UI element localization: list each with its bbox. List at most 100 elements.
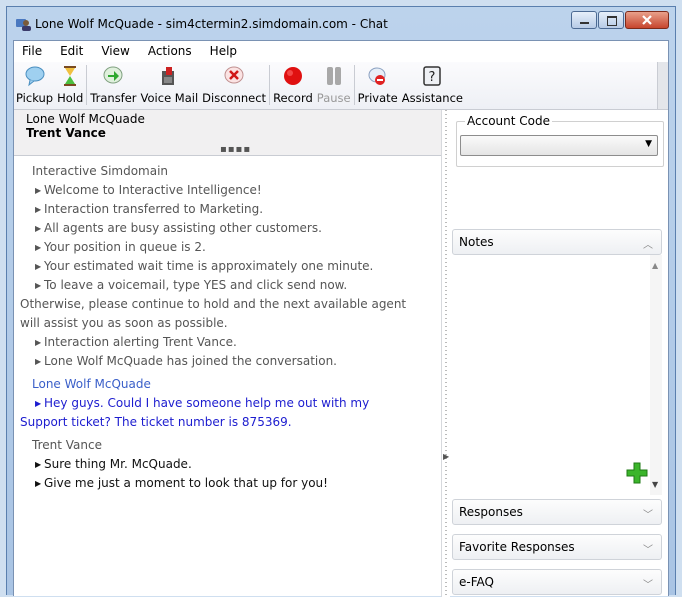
customer-message-block: Lone Wolf McQuade ▶ Hey guys. Could I hav… bbox=[20, 375, 433, 432]
assistance-label: Assistance bbox=[401, 91, 463, 105]
notes-scrollbar[interactable]: ▲ ▼ bbox=[650, 255, 662, 495]
hold-button[interactable]: Hold bbox=[55, 62, 85, 109]
toolbar-separator bbox=[353, 65, 355, 105]
window-title: Lone Wolf McQuade - sim4ctermin2.simdoma… bbox=[35, 17, 388, 31]
agent-message-block: Trent Vance ▶ Sure thing Mr. McQuade. ▶ Gi… bbox=[32, 436, 433, 493]
bullet-arrow-icon: ▶ bbox=[35, 224, 42, 233]
assistance-button[interactable]: ? Assistance bbox=[400, 62, 465, 109]
notes-textarea[interactable]: ▲ ▼ bbox=[452, 255, 662, 495]
bullet-arrow-icon: ▶ bbox=[35, 262, 42, 271]
message-line: ▶ Sure thing Mr. McQuade. bbox=[32, 455, 433, 474]
message-line: ▶ Interaction alerting Trent Vance. bbox=[32, 333, 433, 352]
chat-pane: Lone Wolf McQuade Trent Vance ▪▪▪▪ Inter… bbox=[14, 110, 441, 597]
chat-app-icon bbox=[16, 19, 31, 31]
assistance-icon: ? bbox=[423, 66, 442, 86]
bullet-arrow-icon: ▶ bbox=[35, 281, 42, 290]
bullet-arrow-icon: ▶ bbox=[35, 399, 42, 408]
maximize-icon bbox=[607, 16, 617, 26]
efaq-label: e-FAQ bbox=[459, 575, 494, 589]
transfer-button[interactable]: Transfer bbox=[88, 62, 138, 109]
favorite-responses-header[interactable]: Favorite Responses ﹀ bbox=[452, 534, 662, 560]
chevron-down-icon: ﹀ bbox=[643, 545, 653, 556]
message-line: will assist you as soon as possible. bbox=[20, 316, 228, 330]
toolbar-scrollbar[interactable] bbox=[657, 62, 668, 109]
bullet-arrow-icon: ▶ bbox=[35, 479, 42, 488]
menu-bar: File Edit View Actions Help bbox=[14, 41, 668, 61]
toolbar-separator bbox=[86, 65, 88, 105]
expand-arrow-icon[interactable]: ▶ bbox=[443, 452, 449, 461]
message-line: ▶ All agents are busy assisting other cus… bbox=[32, 219, 433, 238]
record-icon bbox=[283, 67, 302, 85]
favorite-responses-label: Favorite Responses bbox=[459, 540, 575, 554]
account-code-dropdown[interactable]: ▼ bbox=[460, 135, 658, 156]
participants-header: Lone Wolf McQuade Trent Vance ▪▪▪▪ bbox=[14, 110, 441, 156]
menu-actions[interactable]: Actions bbox=[140, 44, 202, 58]
private-button[interactable]: Private bbox=[356, 62, 400, 109]
disconnect-button[interactable]: Disconnect bbox=[200, 62, 268, 109]
close-button[interactable] bbox=[625, 11, 669, 29]
record-button[interactable]: Record bbox=[271, 62, 315, 109]
menu-help[interactable]: Help bbox=[202, 44, 247, 58]
close-icon bbox=[642, 15, 652, 25]
toolbar: Pickup Hold Transfer Voice Mail Disconne… bbox=[14, 62, 668, 110]
scroll-up-icon[interactable]: ▲ bbox=[652, 261, 658, 270]
message-sender: Lone Wolf McQuade bbox=[32, 377, 151, 391]
message-line: Support ticket? The ticket number is 875… bbox=[20, 415, 292, 429]
record-label: Record bbox=[273, 91, 313, 105]
bullet-arrow-icon: ▶ bbox=[35, 205, 42, 214]
message-line: ▶ Welcome to Interactive Intelligence! bbox=[32, 181, 433, 200]
maximize-button[interactable] bbox=[598, 11, 624, 29]
transfer-label: Transfer bbox=[90, 91, 137, 105]
title-bar[interactable]: Lone Wolf McQuade - sim4ctermin2.simdoma… bbox=[7, 7, 675, 39]
bullet-arrow-icon: ▶ bbox=[35, 338, 42, 347]
menu-edit[interactable]: Edit bbox=[52, 44, 93, 58]
voicemail-label: Voice Mail bbox=[140, 91, 199, 105]
message-line: ▶ Lone Wolf McQuade has joined the conver… bbox=[32, 352, 433, 371]
bullet-arrow-icon: ▶ bbox=[35, 186, 42, 195]
message-line: ▶ To leave a voicemail, type YES and clic… bbox=[32, 276, 433, 295]
voicemail-button[interactable]: Voice Mail bbox=[139, 62, 201, 109]
notes-header[interactable]: Notes ︿ bbox=[452, 229, 662, 255]
message-line: ▶ Your position in queue is 2. bbox=[32, 238, 433, 257]
message-line: ▶ Your estimated wait time is approximate… bbox=[32, 257, 433, 276]
message-line: ▶ Interaction transferred to Marketing. bbox=[32, 200, 433, 219]
private-icon bbox=[368, 67, 386, 85]
pickup-button[interactable]: Pickup bbox=[14, 62, 55, 109]
pause-button: Pause bbox=[315, 62, 353, 109]
agent-name: Trent Vance bbox=[26, 126, 106, 140]
menu-file[interactable]: File bbox=[14, 44, 52, 58]
pause-icon bbox=[326, 67, 341, 85]
chevron-down-icon: ﹀ bbox=[643, 510, 653, 521]
account-code-group: Account Code ▼ bbox=[456, 114, 664, 167]
efaq-header[interactable]: e-FAQ ﹀ bbox=[452, 569, 662, 595]
message-line: ▶ Hey guys. Could I have someone help me … bbox=[32, 394, 433, 413]
chat-transcript[interactable]: Interactive Simdomain ▶ Welcome to Intera… bbox=[14, 156, 441, 493]
hold-icon bbox=[64, 66, 77, 86]
chat-window: Lone Wolf McQuade - sim4ctermin2.simdoma… bbox=[6, 6, 676, 597]
menu-view[interactable]: View bbox=[93, 44, 139, 58]
scroll-down-icon[interactable]: ▼ bbox=[652, 480, 658, 489]
disconnect-icon bbox=[224, 66, 244, 84]
dropdown-arrow-icon: ▼ bbox=[645, 139, 652, 149]
add-note-icon[interactable] bbox=[626, 462, 648, 484]
responses-label: Responses bbox=[459, 505, 523, 519]
resize-grip[interactable]: ▪▪▪▪ bbox=[220, 144, 251, 155]
pickup-label: Pickup bbox=[16, 91, 54, 105]
account-code-label: Account Code bbox=[465, 114, 552, 128]
pane-splitter[interactable]: ▶ bbox=[441, 110, 450, 597]
private-label: Private bbox=[357, 91, 398, 105]
bullet-arrow-icon: ▶ bbox=[35, 460, 42, 469]
minimize-icon bbox=[580, 22, 589, 24]
minimize-button[interactable] bbox=[571, 11, 597, 29]
toolbar-separator bbox=[269, 65, 271, 105]
hold-label: Hold bbox=[57, 91, 84, 105]
transfer-icon bbox=[103, 66, 123, 84]
pickup-icon bbox=[25, 66, 45, 87]
bullet-arrow-icon: ▶ bbox=[35, 243, 42, 252]
pause-label: Pause bbox=[316, 91, 351, 105]
responses-header[interactable]: Responses ﹀ bbox=[452, 499, 662, 525]
message-line: Otherwise, please continue to hold and t… bbox=[20, 297, 407, 311]
side-panel: ▶ Account Code ▼ Notes ︿ ▲ ▼ Responses ﹀… bbox=[441, 110, 668, 597]
disconnect-label: Disconnect bbox=[202, 91, 267, 105]
customer-name: Lone Wolf McQuade bbox=[26, 112, 145, 126]
